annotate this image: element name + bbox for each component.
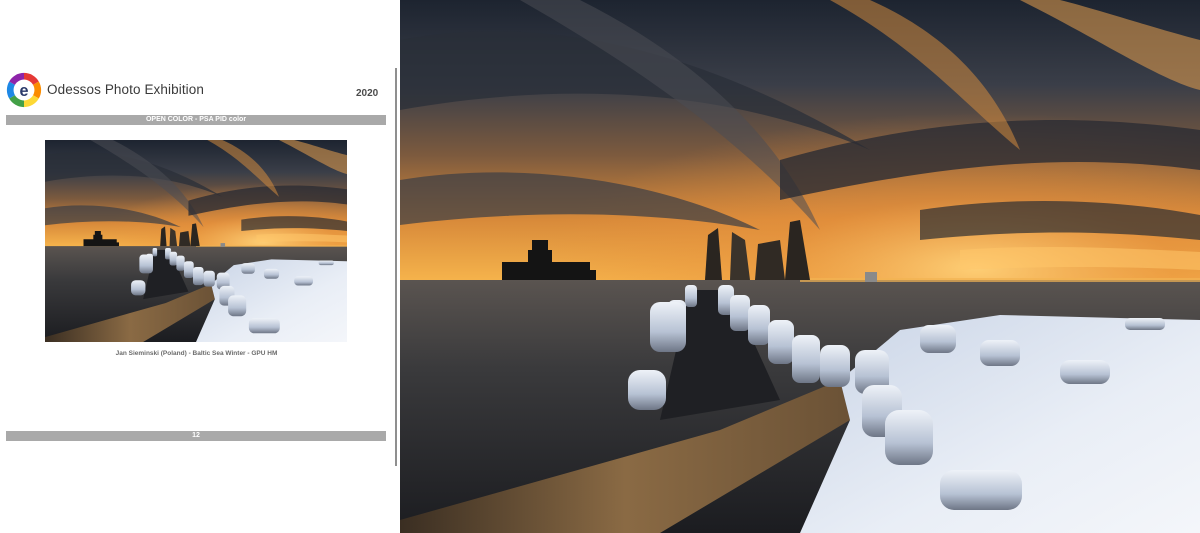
photo-large: [400, 0, 1200, 533]
spread-divider: [395, 68, 397, 466]
exhibition-year: 2020: [356, 88, 379, 99]
logo-letter: e: [20, 82, 29, 100]
photo-caption: Jan Sieminski (Poland) - Baltic Sea Wint…: [115, 350, 278, 357]
odessos-logo-icon: e: [6, 72, 42, 108]
page-number-bar: 12: [6, 431, 386, 441]
photo-thumbnail: [45, 140, 347, 342]
section-bar: OPEN COLOR - PSA PID color: [6, 115, 386, 125]
catalogue-page: e Odessos Photo Exhibition 2020 OPEN COL…: [0, 0, 395, 533]
exhibition-title: Odessos Photo Exhibition: [47, 82, 204, 97]
